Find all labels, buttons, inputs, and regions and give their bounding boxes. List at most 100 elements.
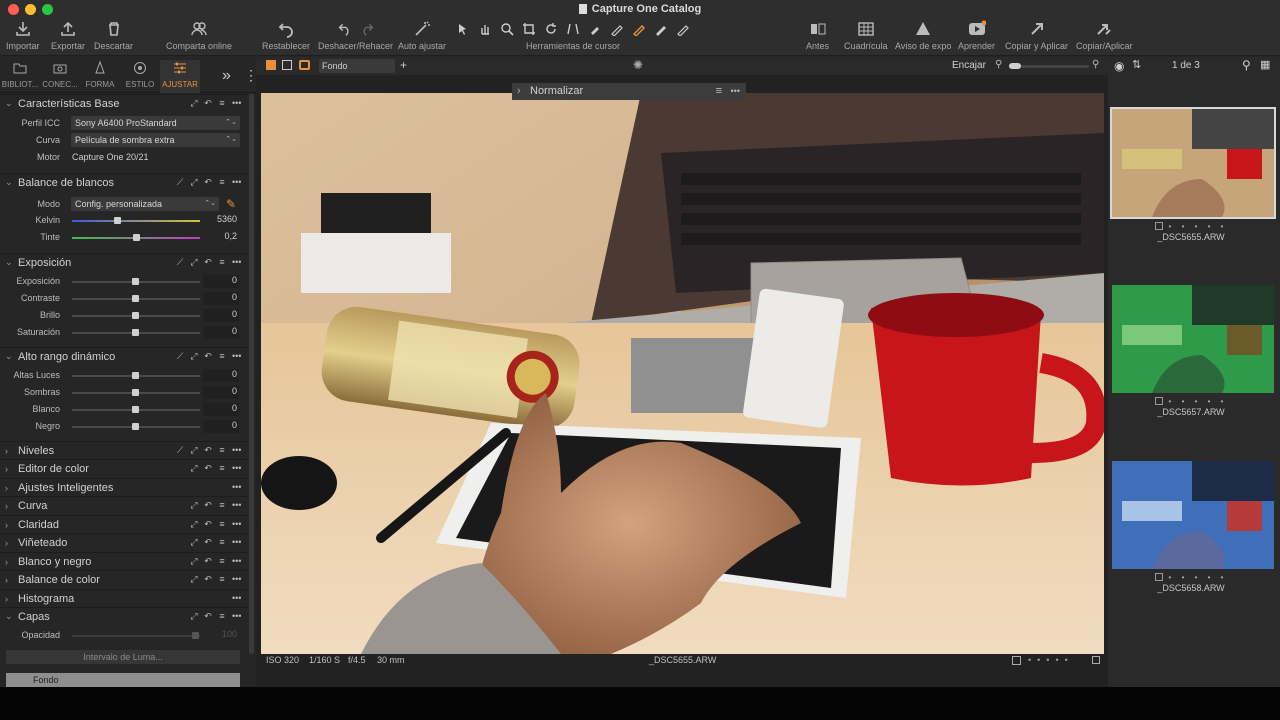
add-layer-icon[interactable]: + bbox=[400, 58, 407, 72]
before-button[interactable]: Antes bbox=[806, 20, 829, 51]
chevron-right-icon[interactable]: › bbox=[5, 501, 15, 511]
more-icon[interactable]: ••• bbox=[232, 556, 241, 567]
zoom-slider-handle[interactable] bbox=[1009, 63, 1021, 69]
reset-button[interactable]: Restablecer bbox=[262, 20, 310, 51]
crop-icon[interactable] bbox=[522, 22, 536, 36]
reset-icon[interactable]: ↶ bbox=[204, 519, 212, 530]
tab-adjust[interactable]: AJUSTAR bbox=[160, 60, 200, 93]
more-icon[interactable]: ••• bbox=[731, 83, 740, 100]
normalize-panel[interactable]: › Normalizar ≡ ••• bbox=[512, 83, 746, 100]
copy-apply-button[interactable]: Copiar y Aplicar bbox=[1005, 20, 1068, 51]
learn-button[interactable]: Aprender bbox=[958, 20, 995, 51]
reset-icon[interactable]: ↶ bbox=[204, 351, 212, 362]
section-curve[interactable]: › Curva ⤢ ↶ ≡ ••• bbox=[0, 496, 248, 514]
tint-slider-handle[interactable] bbox=[133, 234, 140, 241]
more-icon[interactable]: ••• bbox=[232, 500, 241, 511]
chevron-down-icon[interactable]: ⌄ bbox=[5, 177, 15, 188]
white-value[interactable]: 0 bbox=[203, 403, 239, 416]
eye-icon[interactable]: ◉ bbox=[1114, 59, 1124, 73]
close-window-button[interactable] bbox=[8, 4, 19, 15]
select-cursor-icon[interactable] bbox=[456, 22, 470, 36]
picker-icon[interactable]: ⟋ bbox=[176, 257, 184, 268]
tab-shape[interactable]: FORMA bbox=[80, 60, 120, 89]
copy-icon[interactable]: ⤢ bbox=[190, 611, 198, 622]
chevron-right-icon[interactable]: › bbox=[5, 483, 15, 493]
picker-icon[interactable] bbox=[676, 22, 690, 36]
section-color-balance[interactable]: › Balance de color ⤢ ↶ ≡ ••• bbox=[0, 570, 248, 588]
section-black-white[interactable]: › Blanco y negro ⤢ ↶ ≡ ••• bbox=[0, 552, 248, 570]
chevron-down-icon[interactable]: ⌄ bbox=[5, 98, 15, 109]
tab-style[interactable]: ESTILO bbox=[120, 60, 160, 89]
more-icon[interactable]: ••• bbox=[232, 257, 241, 268]
shadows-value[interactable]: 0 bbox=[203, 386, 239, 399]
presets-icon[interactable]: ≡ bbox=[218, 537, 226, 548]
reset-icon[interactable]: ↶ bbox=[204, 537, 212, 548]
pan-hand-icon[interactable] bbox=[478, 22, 492, 36]
presets-icon[interactable]: ≡ bbox=[218, 177, 226, 188]
rating-dots[interactable]: • • • • • bbox=[1169, 573, 1228, 582]
zoom-icon[interactable] bbox=[500, 22, 514, 36]
shadows-slider-handle[interactable] bbox=[132, 389, 139, 396]
annotate-icon[interactable] bbox=[610, 22, 624, 36]
contrast-value[interactable]: 0 bbox=[203, 292, 239, 305]
capture-pilot-icon[interactable] bbox=[299, 60, 310, 70]
kelvin-value[interactable]: 5360 bbox=[203, 214, 239, 227]
eraser-icon[interactable] bbox=[654, 22, 668, 36]
more-tabs-icon[interactable]: » bbox=[222, 67, 231, 85]
chevron-down-icon[interactable]: ⌄ bbox=[5, 351, 15, 362]
reset-icon[interactable]: ↶ bbox=[204, 574, 212, 585]
grid-button[interactable]: Cuadrícula bbox=[844, 20, 888, 51]
section-hdr[interactable]: ⌄ Alto rango dinámico ⟋ ⤢ ↶ ≡ ••• bbox=[0, 347, 248, 365]
reset-icon[interactable]: ↶ bbox=[204, 445, 212, 456]
zoom-window-button[interactable] bbox=[42, 4, 53, 15]
highlights-value[interactable]: 0 bbox=[203, 369, 239, 382]
presets-icon[interactable]: ≡ bbox=[218, 445, 226, 456]
zoom-fit-label[interactable]: Encajar bbox=[952, 60, 986, 71]
copy-slash-apply-button[interactable]: Copiar/Aplicar bbox=[1076, 20, 1133, 51]
copy-icon[interactable]: ⤢ bbox=[190, 445, 198, 456]
section-vignetting[interactable]: › Viñeteado ⤢ ↶ ≡ ••• bbox=[0, 533, 248, 551]
thumbnail-3-rating[interactable]: • • • • • bbox=[1154, 573, 1228, 582]
chevron-right-icon[interactable]: › bbox=[5, 557, 15, 567]
checkbox[interactable] bbox=[1154, 573, 1163, 581]
reset-icon[interactable]: ↶ bbox=[204, 257, 212, 268]
exposure-value[interactable]: 0 bbox=[203, 275, 239, 288]
chevron-right-icon[interactable]: › bbox=[5, 594, 15, 604]
picker-icon[interactable]: ⟋ bbox=[176, 351, 184, 362]
tool-panel-scrollbar[interactable] bbox=[249, 94, 254, 654]
checkbox[interactable] bbox=[1154, 397, 1163, 405]
tab-library[interactable]: BIBLIOT... bbox=[0, 60, 40, 89]
saturation-slider-handle[interactable] bbox=[132, 329, 139, 336]
copy-icon[interactable]: ⤢ bbox=[190, 177, 198, 188]
more-icon[interactable]: ••• bbox=[232, 611, 241, 622]
copy-icon[interactable]: ⤢ bbox=[190, 556, 198, 567]
opacity-slider[interactable] bbox=[72, 635, 200, 637]
layout-grid-icon[interactable] bbox=[266, 60, 276, 70]
rating-dots[interactable]: • • • • • bbox=[1169, 222, 1228, 231]
saturation-value[interactable]: 0 bbox=[203, 326, 239, 339]
copy-icon[interactable]: ⤢ bbox=[190, 98, 198, 109]
picker-icon[interactable]: ⟋ bbox=[176, 177, 184, 188]
presets-icon[interactable]: ≡ bbox=[218, 519, 226, 530]
spot-removal-icon[interactable] bbox=[588, 22, 602, 36]
more-icon[interactable]: ••• bbox=[232, 463, 241, 474]
thumbnail-1-rating[interactable]: • • • • • bbox=[1154, 222, 1228, 231]
reset-icon[interactable]: ↶ bbox=[204, 177, 212, 188]
minimize-window-button[interactable] bbox=[25, 4, 36, 15]
tint-value[interactable]: 0,2 bbox=[203, 231, 239, 244]
thumbnail-1[interactable] bbox=[1110, 107, 1276, 219]
share-online-button[interactable]: Comparta online bbox=[166, 20, 232, 51]
reset-icon[interactable]: ↶ bbox=[204, 463, 212, 474]
thumbnail-2-rating[interactable]: • • • • • bbox=[1154, 397, 1228, 406]
layer-select[interactable]: Fondo bbox=[319, 59, 395, 73]
presets-icon[interactable]: ≡ bbox=[218, 351, 226, 362]
rotate-icon[interactable] bbox=[544, 22, 558, 36]
section-base-characteristics[interactable]: ⌄ Características Base ⤢ ↶ ≡ ••• bbox=[0, 94, 248, 112]
undo-redo-button[interactable]: Deshacer/Rehacer bbox=[318, 20, 393, 51]
zoom-out-icon[interactable]: ⚲ bbox=[995, 59, 1002, 70]
section-white-balance[interactable]: ⌄ Balance de blancos ⟋ ⤢ ↶ ≡ ••• bbox=[0, 173, 248, 191]
presets-icon[interactable]: ≡ bbox=[716, 83, 722, 100]
more-icon[interactable]: ••• bbox=[232, 574, 241, 585]
zoom-in-icon[interactable]: ⚲ bbox=[1092, 59, 1099, 70]
reset-icon[interactable]: ↶ bbox=[204, 556, 212, 567]
